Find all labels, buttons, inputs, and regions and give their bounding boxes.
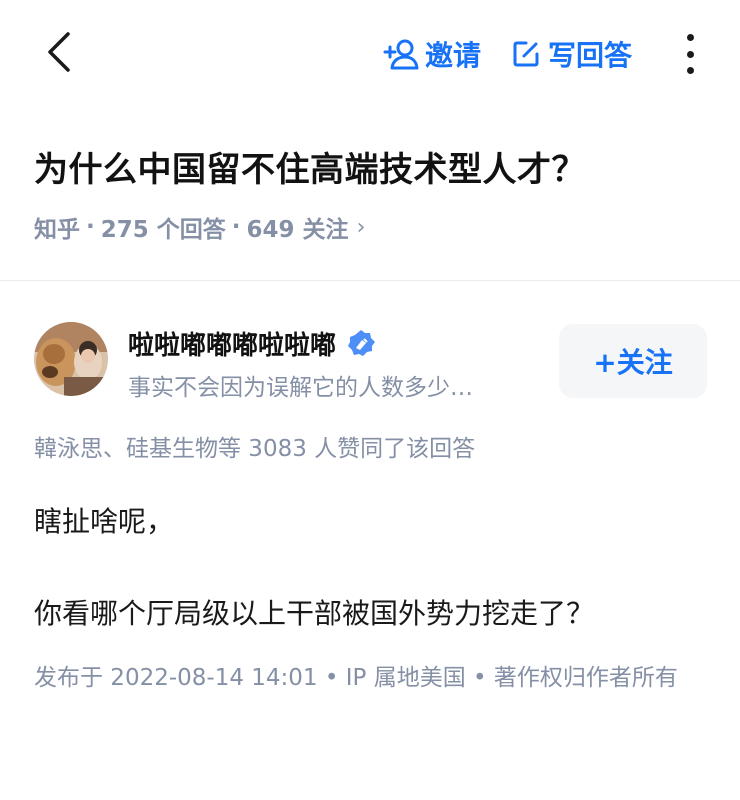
- follow-button[interactable]: +关注: [559, 324, 707, 398]
- answer-paragraph: 你看哪个厅局级以上干部被国外势力挖走了？: [34, 597, 595, 630]
- answer-paragraph: 瞎扯啥呢，: [34, 505, 175, 538]
- chevron-left-icon: [48, 32, 70, 72]
- source-label: 知乎: [34, 217, 80, 243]
- more-options-button[interactable]: [678, 34, 702, 74]
- more-vertical-icon-dot: [686, 34, 694, 41]
- more-vertical-icon-dot: [686, 67, 694, 74]
- vote-summary[interactable]: 韓泳思、硅基生物等 3083 人赞同了该回答: [34, 429, 475, 463]
- invite-label: 邀请: [425, 39, 482, 72]
- avatar-image: [34, 322, 108, 396]
- back-button[interactable]: [36, 28, 84, 76]
- invite-button[interactable]: 邀请: [383, 36, 481, 72]
- write-answer-button[interactable]: 写回答: [512, 36, 632, 72]
- answer-count: 275 个回答: [100, 217, 226, 243]
- edit-icon: [513, 41, 539, 67]
- more-vertical-icon-dot: [686, 50, 694, 58]
- follower-count: 649 关注: [246, 217, 349, 243]
- chevron-right-icon: ›: [356, 214, 366, 240]
- separator: ·: [86, 214, 95, 240]
- write-answer-label: 写回答: [548, 39, 633, 72]
- verified-badge-icon: [348, 329, 376, 356]
- author-name[interactable]: 啦啦嘟嘟嘟啦啦嘟: [128, 325, 376, 362]
- question-meta[interactable]: 知乎 · 275 个回答 · 649 关注 ›: [34, 210, 365, 244]
- top-bar: 邀请 写回答: [0, 0, 740, 108]
- add-user-icon: [383, 39, 419, 70]
- avatar[interactable]: [34, 322, 108, 396]
- divider: [0, 280, 740, 281]
- separator: ·: [231, 214, 241, 240]
- author-name-text: 啦啦嘟嘟嘟啦啦嘟: [128, 331, 337, 361]
- question-title: 为什么中国留不住高端技术型人才？: [34, 150, 586, 190]
- author-bio: 事实不会因为误解它的人数多少…: [128, 375, 473, 401]
- publish-info: 发布于 2022-08-14 14:01 • IP 属地美国 • 著作权归作者所…: [34, 665, 678, 691]
